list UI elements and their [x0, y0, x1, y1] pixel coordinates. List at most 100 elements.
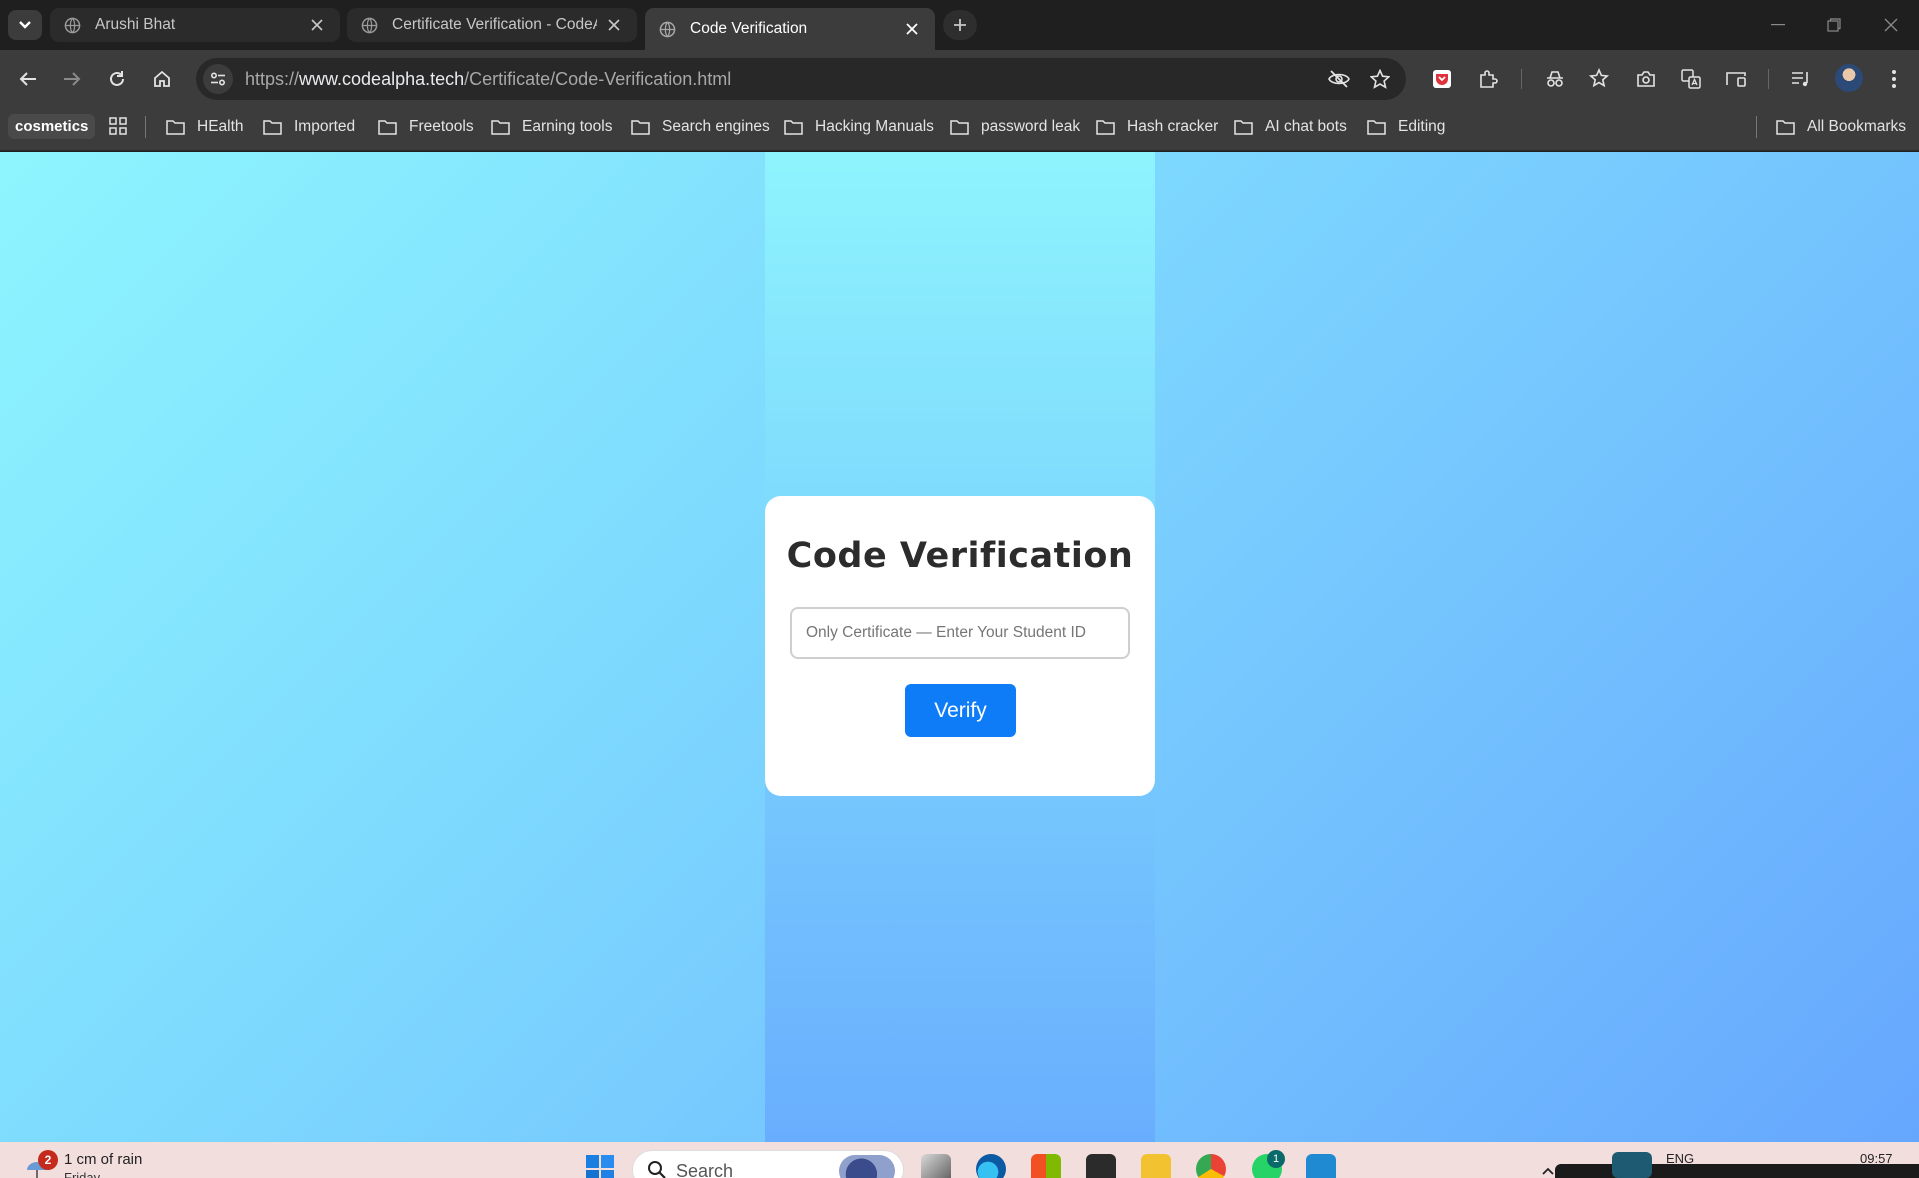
clock-time[interactable]: 09:57 [1860, 1151, 1893, 1166]
weather-notification-badge: 2 [38, 1150, 58, 1170]
bookmarks-divider [1756, 116, 1757, 138]
home-icon [154, 70, 170, 87]
folder-icon [263, 120, 282, 135]
system-tray-overlay [1555, 1164, 1919, 1178]
translate-button[interactable] [1677, 65, 1705, 93]
language-indicator[interactable]: ENG [1666, 1151, 1694, 1166]
home-button[interactable] [146, 63, 178, 95]
taskbar-search[interactable]: Search [632, 1150, 904, 1178]
chrome-icon[interactable] [1196, 1154, 1226, 1178]
bookmark-label: Imported [294, 118, 356, 135]
new-tab-button[interactable] [943, 10, 977, 40]
edge-icon[interactable] [976, 1154, 1006, 1178]
bookmark-folder-search-engines[interactable]: Search engines [631, 113, 770, 141]
url-text: https://www.codealpha.tech/Certificate/C… [245, 69, 731, 90]
bookmark-folder-freetools[interactable]: Freetools [378, 113, 474, 141]
spy-icon [1547, 71, 1563, 87]
tab-title: Arushi Bhat [95, 16, 176, 33]
plus-icon [954, 19, 966, 31]
folder-icon [1096, 120, 1115, 135]
bookmark-folder-password-leak[interactable]: password leak [950, 113, 1080, 141]
tab-strip: Arushi Bhat Certificate Verification - C… [0, 0, 1919, 50]
bookmark-label: Earning tools [522, 118, 613, 135]
tab-search-button[interactable] [8, 10, 42, 40]
menu-button[interactable] [1880, 65, 1908, 93]
folder-icon [491, 120, 510, 135]
weather-text[interactable]: 1 cm of rain [64, 1151, 142, 1168]
bookmark-folder-imported[interactable]: Imported [263, 113, 355, 141]
apps-grid-icon[interactable] [108, 116, 128, 136]
eye-slash-icon [1328, 70, 1350, 88]
back-button[interactable] [12, 63, 44, 95]
search-highlight-image [839, 1155, 895, 1178]
bookmark-folder-editing[interactable]: Editing [1367, 113, 1445, 141]
tab-arushi-bhat[interactable]: Arushi Bhat [50, 8, 340, 42]
bookmark-star-button[interactable] [1368, 67, 1392, 91]
minimize-icon [1771, 24, 1785, 26]
folder-icon [1776, 120, 1795, 135]
chevron-up-icon[interactable] [1541, 1166, 1555, 1176]
tab-certificate-verification[interactable]: Certificate Verification - CodeAl [347, 8, 637, 42]
incognito-button[interactable] [1541, 65, 1569, 93]
page-title: Code Verification [786, 536, 1134, 576]
close-window-button[interactable] [1863, 0, 1919, 50]
cast-icon [1726, 72, 1746, 87]
bookmark-label: Search engines [662, 118, 770, 135]
tune-icon [210, 72, 226, 86]
bookmark-cosmetics[interactable]: cosmetics [8, 114, 96, 139]
favorites-button[interactable] [1586, 65, 1614, 93]
star-icon [1370, 69, 1390, 89]
cast-button[interactable] [1722, 65, 1750, 93]
close-icon[interactable] [605, 16, 623, 34]
app-p-icon[interactable] [1086, 1154, 1116, 1178]
bookmarks-bar: cosmetics HEalth Imported Freetools Earn… [0, 108, 1919, 151]
address-bar[interactable]: https://www.codealpha.tech/Certificate/C… [196, 58, 1406, 100]
site-info-button[interactable] [203, 64, 233, 94]
tray-app-icon[interactable] [1612, 1152, 1652, 1178]
profile-avatar[interactable] [1835, 64, 1863, 92]
bookmark-folder-ai-chat-bots[interactable]: AI chat bots [1234, 113, 1347, 141]
screenshot-button[interactable] [1632, 65, 1660, 93]
globe-icon [659, 21, 676, 37]
restore-button[interactable] [1806, 0, 1862, 50]
reload-button[interactable] [101, 63, 133, 95]
page-background: Code Verification Verify [0, 152, 1919, 1142]
windows-start-icon[interactable] [585, 1154, 615, 1178]
pocket-icon [1433, 70, 1451, 88]
bookmarks-divider [145, 116, 146, 138]
student-id-input[interactable] [790, 607, 1130, 659]
bookmark-label: Freetools [409, 118, 474, 135]
pocket-extension-button[interactable] [1428, 65, 1456, 93]
bookmark-folder-health[interactable]: HEalth [166, 113, 244, 141]
bookmark-folder-earning-tools[interactable]: Earning tools [491, 113, 612, 141]
bookmark-label: AI chat bots [1265, 118, 1347, 135]
bookmark-folder-hacking-manuals[interactable]: Hacking Manuals [784, 113, 934, 141]
extensions-button[interactable] [1474, 65, 1502, 93]
tab-code-verification[interactable]: Code Verification [645, 8, 935, 50]
weather-day: Friday [64, 1170, 101, 1178]
verification-card: Code Verification Verify [765, 496, 1155, 796]
minimize-button[interactable] [1750, 0, 1806, 50]
reload-icon [110, 71, 124, 86]
folder-icon [784, 120, 803, 135]
verify-button[interactable]: Verify [905, 684, 1016, 737]
store-icon[interactable] [1031, 1154, 1061, 1178]
task-view-icon[interactable] [921, 1154, 951, 1178]
vscode-icon[interactable] [1306, 1154, 1336, 1178]
media-control-button[interactable] [1787, 65, 1815, 93]
close-icon[interactable] [308, 16, 326, 34]
bookmark-label: All Bookmarks [1807, 118, 1907, 135]
bookmark-label: HEalth [197, 118, 244, 135]
all-bookmarks-button[interactable]: All Bookmarks [1776, 113, 1906, 141]
playlist-icon [1792, 72, 1808, 87]
file-explorer-icon[interactable] [1141, 1154, 1171, 1178]
folder-icon [1367, 120, 1386, 135]
bookmark-label: password leak [981, 118, 1081, 135]
folder-icon [950, 120, 969, 135]
translate-icon [1681, 69, 1701, 89]
close-icon[interactable] [903, 20, 921, 38]
bookmark-folder-hash-cracker[interactable]: Hash cracker [1096, 113, 1218, 141]
url-scheme: https:// [245, 68, 300, 89]
tracking-protection-button[interactable] [1327, 67, 1351, 91]
forward-button[interactable] [56, 63, 88, 95]
